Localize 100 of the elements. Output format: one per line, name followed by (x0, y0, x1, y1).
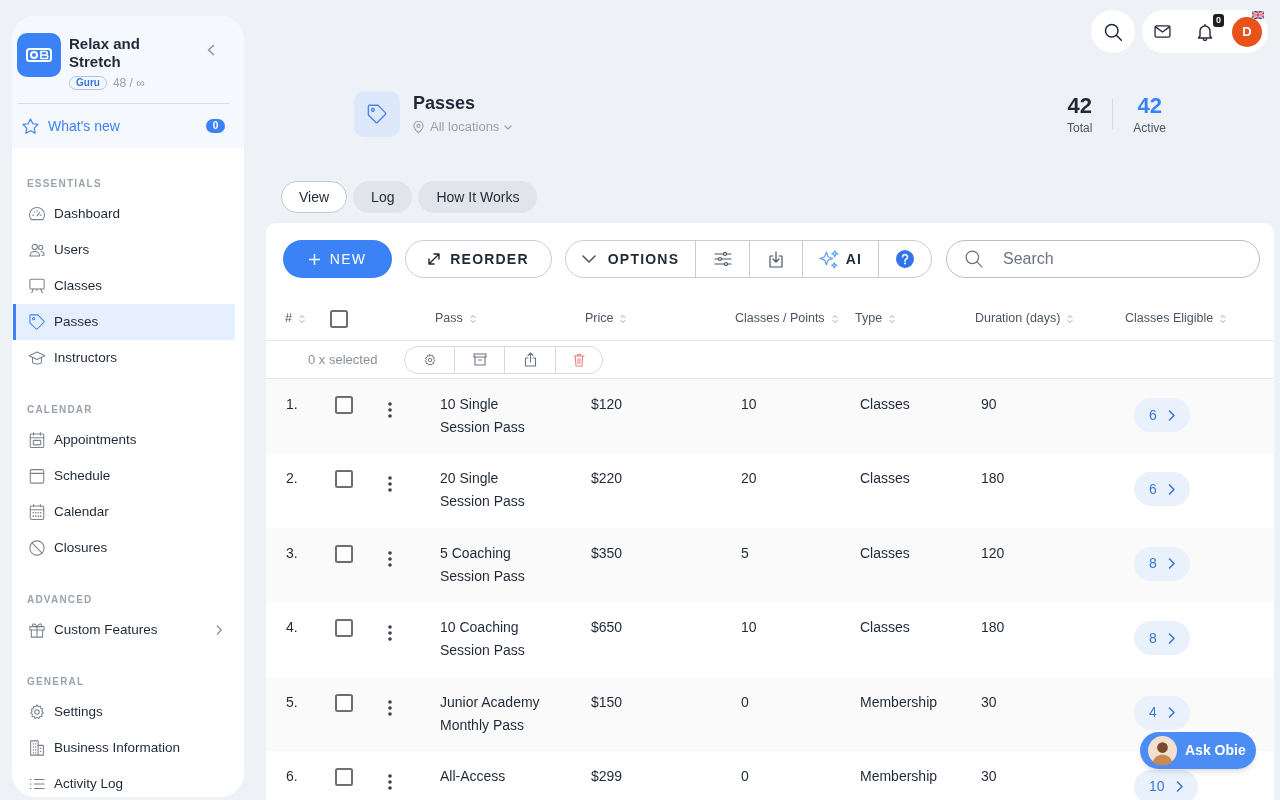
column-header[interactable]: Type (855, 309, 896, 328)
pass-type: Classes (860, 619, 910, 636)
section-heading: CALENDAR (26, 404, 94, 416)
select-all-checkbox[interactable] (330, 309, 348, 328)
row-checkbox[interactable] (335, 619, 353, 638)
gear-icon (422, 352, 437, 367)
diagonal-arrows-icon (428, 253, 441, 265)
kebab-menu-icon[interactable] (388, 699, 392, 716)
help-icon (896, 250, 914, 268)
classes-eligible-button[interactable]: 8 (1134, 546, 1190, 581)
classes-eligible-button[interactable]: 10 (1134, 769, 1198, 800)
column-header[interactable]: Classes / Points (735, 309, 838, 328)
chevron-right-icon (1167, 707, 1175, 719)
sidebar-item[interactable]: Users (13, 232, 235, 268)
kebab-menu-icon[interactable] (388, 476, 392, 493)
section-heading: ADVANCED (26, 594, 94, 606)
row-number: 4. (285, 619, 298, 636)
tag-icon (28, 313, 46, 331)
column-header[interactable]: Pass (435, 309, 476, 328)
tab[interactable]: View (281, 181, 348, 213)
row-number: 6. (285, 767, 298, 784)
calendar-icon (28, 467, 46, 485)
column-header[interactable]: Price (585, 309, 627, 328)
pass-name: 20 Single Session Pass (440, 469, 526, 512)
sort-icon (620, 313, 627, 324)
row-checkbox[interactable] (335, 544, 353, 563)
stat-label: Active (1133, 121, 1166, 135)
whats-new-link[interactable]: What's new 0 (17, 104, 239, 148)
sidebar-item[interactable]: Schedule (13, 458, 235, 494)
gauge-icon (28, 205, 46, 223)
reorder-button[interactable]: REORDER (405, 240, 552, 278)
sidebar-item-label: Business Information (54, 738, 181, 757)
uk-flag-icon[interactable] (1252, 10, 1264, 19)
sidebar-item-label: Activity Log (54, 774, 124, 793)
sidebar-item[interactable]: Passes (13, 304, 235, 340)
pass-name: 5 Coaching Session Pass (440, 543, 526, 586)
bell-icon (1197, 22, 1213, 41)
search-icon (964, 249, 984, 269)
kebab-menu-icon[interactable] (388, 550, 392, 567)
archive-box-icon (472, 353, 487, 366)
sort-icon (1067, 313, 1074, 324)
map-pin-icon (413, 120, 424, 134)
usage-count: 48 / ∞ (112, 75, 145, 92)
sidebar-item[interactable]: Settings (13, 694, 235, 730)
gift-icon (28, 621, 46, 639)
pass-price: $350 (591, 544, 623, 561)
column-header[interactable]: Classes Eligible (1125, 309, 1227, 328)
chevron-down-icon (581, 255, 596, 263)
search-icon (1103, 21, 1123, 42)
kebab-menu-icon[interactable] (388, 773, 392, 790)
tab[interactable]: Log (353, 181, 413, 213)
row-checkbox[interactable] (335, 470, 353, 489)
pass-name: 10 Coaching Session Pass (440, 618, 526, 661)
prohibited-icon (28, 539, 46, 557)
sidebar-item[interactable]: Custom Features (13, 612, 235, 648)
notifications-button[interactable] (1197, 22, 1213, 41)
sidebar-item-label: Classes (54, 276, 102, 295)
pass-type: Classes (860, 470, 910, 487)
classes-points: 5 (741, 544, 749, 561)
chevron-right-icon (216, 624, 223, 636)
sidebar-item[interactable]: Closures (13, 530, 235, 566)
classes-points: 0 (741, 693, 749, 710)
column-header[interactable]: Duration (days) (975, 309, 1074, 328)
row-checkbox[interactable] (335, 767, 353, 786)
sidebar-item[interactable]: Appointments (13, 422, 235, 458)
tag-icon (366, 103, 388, 125)
classes-eligible-button[interactable]: 6 (1134, 472, 1190, 507)
ai-button[interactable]: AI (802, 241, 878, 277)
sidebar-item[interactable]: Dashboard (13, 196, 235, 232)
sidebar-item[interactable]: Classes (13, 268, 235, 304)
search-field[interactable]: Search (946, 240, 1260, 278)
sidebar-item[interactable]: Calendar (13, 494, 235, 530)
sidebar-item[interactable]: Business Information (13, 730, 235, 766)
tab[interactable]: How It Works (418, 181, 538, 213)
kebab-menu-icon[interactable] (388, 625, 392, 642)
sidebar-item[interactable]: Activity Log (13, 766, 235, 797)
classes-eligible-button[interactable]: 4 (1134, 695, 1190, 730)
kebab-menu-icon[interactable] (388, 402, 392, 418)
classes-eligible-button[interactable]: 6 (1134, 398, 1190, 432)
pass-price: $299 (591, 767, 623, 784)
collapse-sidebar-button[interactable] (205, 43, 217, 57)
stat-value: 42 (1067, 93, 1092, 119)
classes-eligible-button[interactable]: 8 (1134, 621, 1190, 656)
sidebar-item[interactable]: Instructors (13, 340, 235, 376)
row-checkbox[interactable] (335, 396, 353, 414)
sort-icon (889, 313, 896, 324)
sidebar-item-label: Passes (54, 312, 99, 331)
whats-new-label: What's new (48, 116, 120, 136)
new-button[interactable]: NEW (283, 240, 392, 278)
column-header[interactable]: # (285, 309, 305, 328)
search-button[interactable] (1091, 10, 1135, 53)
duration-days: 120 (981, 544, 1005, 561)
user-avatar[interactable]: D (1232, 16, 1262, 47)
options-button[interactable]: OPTIONS (566, 241, 695, 277)
sidebar-item-label: Users (54, 240, 90, 259)
duration-days: 30 (981, 693, 997, 710)
row-checkbox[interactable] (335, 693, 353, 712)
row-number: 1. (285, 396, 298, 412)
sidebar-item-label: Settings (54, 702, 103, 721)
chevron-right-icon (1167, 632, 1175, 644)
